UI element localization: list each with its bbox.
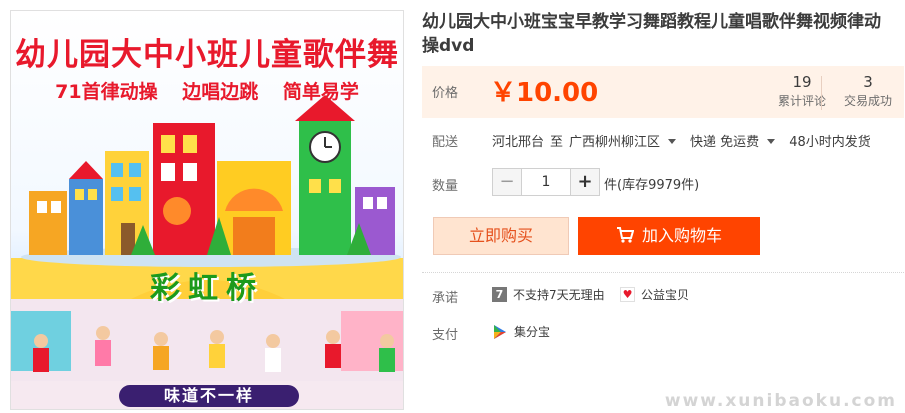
no-return-icon: 7	[492, 287, 507, 302]
quantity-stepper: − 1 +	[492, 168, 600, 196]
payment-label: 支付	[432, 328, 459, 343]
shipping-to: 至	[550, 135, 564, 150]
cart-icon	[616, 227, 634, 243]
cover-center-title: 彩虹桥	[150, 271, 264, 306]
shipping-method-value: 快递 免运费	[690, 135, 760, 150]
add-to-cart-button[interactable]: 加入购物车	[578, 217, 760, 255]
shipping-origin: 河北邢台	[492, 135, 545, 150]
buy-now-label: 立即购买	[468, 226, 533, 245]
dispatch-time: 48小时内发货	[789, 135, 871, 150]
cover-headline: 幼儿园大中小班儿童歌伴舞	[15, 37, 399, 73]
increment-button[interactable]: +	[570, 168, 600, 196]
price-panel: 价格 ￥10.00 19 累计评论 3 交易成功	[422, 66, 904, 118]
quantity-label: 数量	[432, 179, 459, 194]
product-image[interactable]: 幼儿园大中小班儿童歌伴舞 71首律动操 边唱边跳 简单易学 彩虹桥 味道不一样	[10, 10, 404, 410]
no-return-promise[interactable]: 7 不支持7天无理由	[492, 286, 605, 303]
price-value: ￥10.00	[490, 78, 599, 108]
reviews-label: 累计评论	[777, 94, 826, 108]
price-label: 价格	[432, 86, 459, 101]
shipping-row: 河北邢台至广西柳州柳江区 快递 免运费 48小时内发货	[492, 131, 877, 150]
destination-value: 广西柳州柳江区	[569, 135, 661, 150]
stat-divider	[821, 76, 822, 110]
cover-tagline: 71首律动操	[55, 81, 158, 103]
cover-banner: 味道不一样	[119, 385, 299, 407]
product-title: 幼儿园大中小班宝宝早教学习舞蹈教程儿童唱歌伴舞视频律动操dvd	[422, 12, 881, 56]
divider	[422, 272, 904, 273]
chevron-down-icon	[767, 139, 776, 144]
jifenbao-icon	[494, 324, 506, 339]
decrement-button[interactable]: −	[492, 168, 522, 196]
destination-select[interactable]: 广西柳州柳江区	[569, 135, 684, 150]
sales-count: 3	[863, 73, 873, 91]
buy-now-button[interactable]: 立即购买	[433, 217, 569, 255]
quantity-input[interactable]: 1	[522, 168, 570, 196]
cover-tagline: 边唱边跳	[182, 81, 259, 103]
shipping-method-select[interactable]: 快递 免运费	[690, 135, 783, 150]
shipping-label: 配送	[432, 135, 459, 150]
sales-stat: 3 交易成功	[836, 72, 900, 110]
cover-taglines: 71首律动操 边唱边跳 简单易学	[11, 77, 403, 104]
charity-text: 公益宝贝	[641, 288, 690, 302]
charity-promise[interactable]: ♥ 公益宝贝	[620, 286, 689, 303]
payment-method-text: 集分宝	[514, 325, 551, 339]
charity-heart-icon: ♥	[620, 287, 635, 302]
stock-info: 件(库存9979件)	[604, 178, 700, 193]
sales-label: 交易成功	[843, 94, 892, 108]
cover-tagline: 简单易学	[282, 81, 359, 103]
add-to-cart-label: 加入购物车	[641, 226, 722, 245]
promise-label: 承诺	[432, 291, 459, 306]
no-return-text: 不支持7天无理由	[513, 288, 605, 302]
chevron-down-icon	[668, 139, 677, 144]
reviews-stat[interactable]: 19 累计评论	[770, 72, 834, 110]
reviews-count: 19	[792, 73, 812, 91]
payment-method: 集分宝	[492, 323, 550, 340]
watermark: www.xunibaoku.com	[664, 391, 897, 411]
